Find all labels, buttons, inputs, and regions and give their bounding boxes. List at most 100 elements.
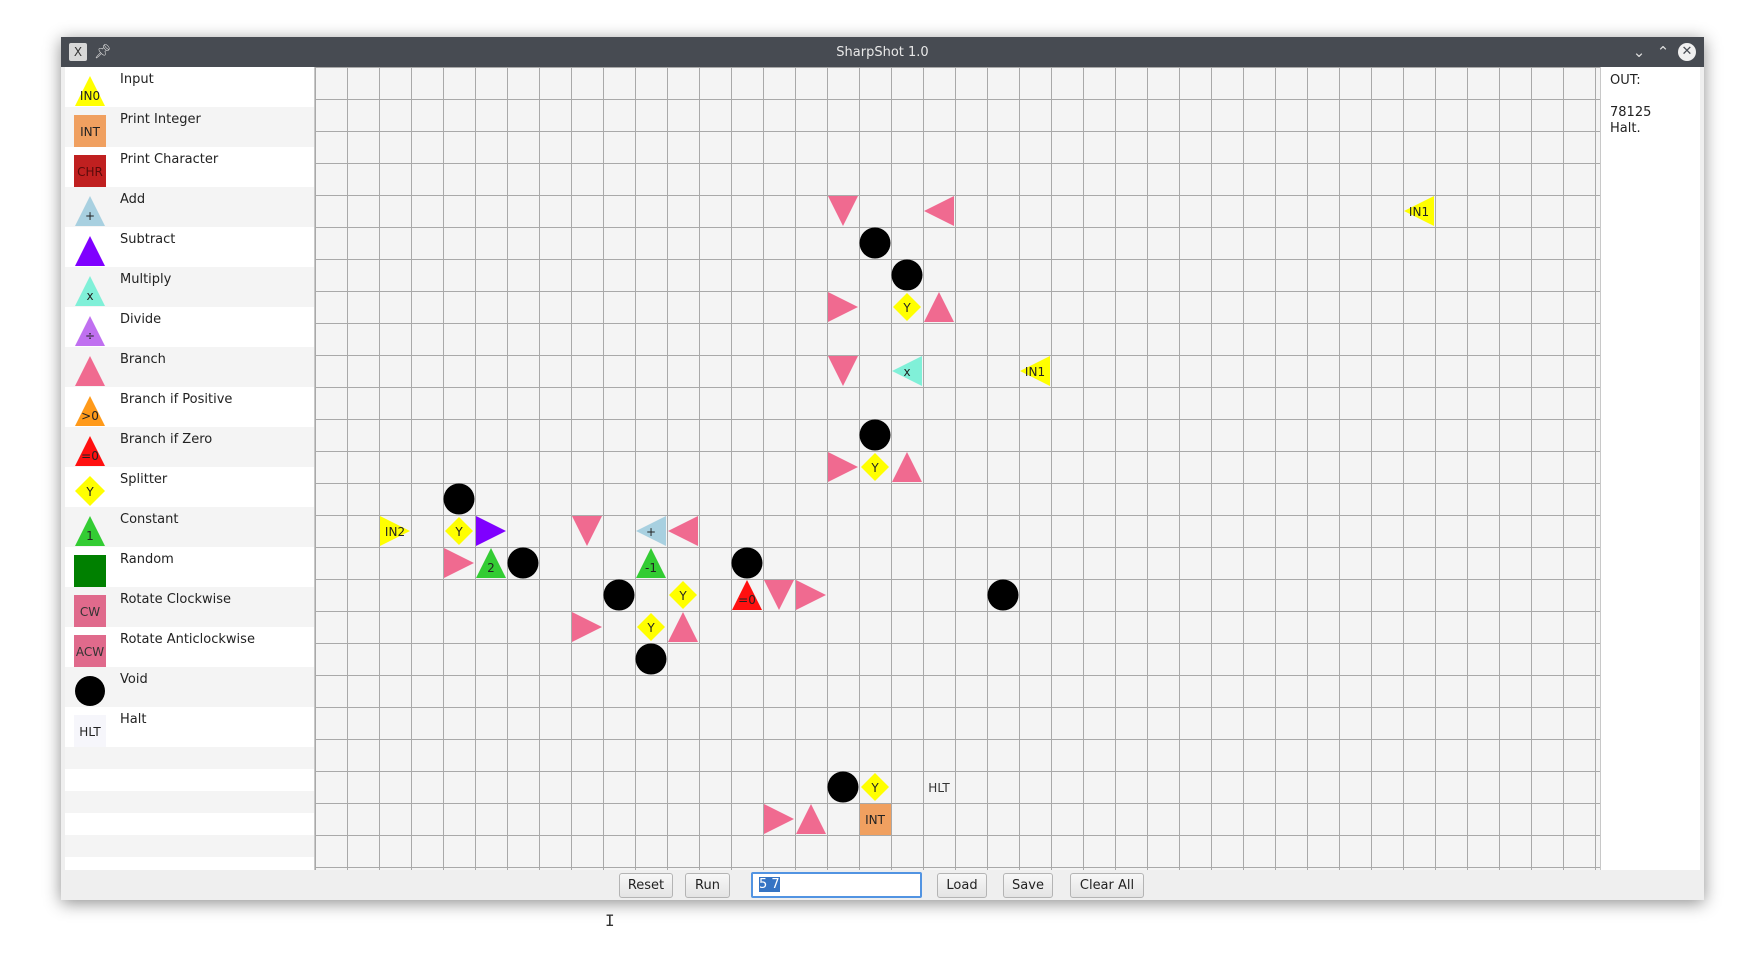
grid-cell-branch[interactable] xyxy=(924,196,954,226)
grid-cell-splitter[interactable]: Y xyxy=(893,293,921,321)
palette-icon: CHR xyxy=(74,155,106,187)
cell-shape xyxy=(859,419,891,451)
load-button[interactable]: Load xyxy=(937,873,987,898)
palette-icon: CW xyxy=(74,595,106,627)
grid-cell-splitter[interactable]: Y xyxy=(637,613,665,641)
palette-item-rotate-anticlockwise[interactable]: ACW Rotate Anticlockwise xyxy=(65,627,314,667)
grid-cell-branch[interactable] xyxy=(828,452,858,482)
palette-item-multiply[interactable]: x Multiply xyxy=(65,267,314,307)
palette-item-random[interactable]: Random xyxy=(65,547,314,587)
grid-cell-subtract[interactable] xyxy=(476,516,506,546)
save-button[interactable]: Save xyxy=(1003,873,1053,898)
palette-item-input[interactable]: IN0 Input xyxy=(65,67,314,107)
cell-label: =0 xyxy=(738,593,756,607)
palette-item-constant[interactable]: 1 Constant xyxy=(65,507,314,547)
cell-shape xyxy=(859,227,891,259)
grid-cell-input[interactable]: IN2 xyxy=(380,516,410,546)
grid-cell-add[interactable]: + xyxy=(636,516,666,546)
grid-canvas[interactable]: IN1 Yx IN1 Y IN2 Y +2 -1 Y =0 Y Y HLT INT xyxy=(315,67,1600,870)
grid-cell-branch[interactable] xyxy=(764,804,794,834)
grid-cell-void[interactable] xyxy=(859,227,891,259)
grid-cell-branch[interactable] xyxy=(796,804,826,834)
palette-item-divide[interactable]: ÷ Divide xyxy=(65,307,314,347)
grid-cell-void[interactable] xyxy=(987,579,1019,611)
grid-cell-branchzero[interactable]: =0 xyxy=(732,580,762,610)
input-value[interactable]: 5 7 xyxy=(759,877,780,892)
palette-item-branch-if-positive[interactable]: >0 Branch if Positive xyxy=(65,387,314,427)
grid-cell-void[interactable] xyxy=(891,259,923,291)
palette-label: Halt xyxy=(120,712,147,727)
svg-text:CW: CW xyxy=(80,605,100,619)
grid-cell-void[interactable] xyxy=(827,771,859,803)
maximize-icon[interactable]: ⌃ xyxy=(1654,43,1672,61)
palette-item-branch[interactable]: Branch xyxy=(65,347,314,387)
cell-label: IN1 xyxy=(1409,205,1429,219)
grid-cell-branch[interactable] xyxy=(444,548,474,578)
grid-cell-void[interactable] xyxy=(635,643,667,675)
cell-shape xyxy=(987,579,1019,611)
grid-cell-halt[interactable]: HLT xyxy=(924,772,955,803)
program-input-field[interactable]: 5 7 xyxy=(751,872,922,898)
grid-cell-splitter[interactable]: Y xyxy=(861,773,889,801)
grid-cell-printint[interactable]: INT xyxy=(860,804,891,835)
reset-button[interactable]: Reset xyxy=(619,873,673,898)
grid-cell-input[interactable]: IN1 xyxy=(1404,196,1434,226)
grid-cell-void[interactable] xyxy=(443,483,475,515)
grid-cell-splitter[interactable]: Y xyxy=(445,517,473,545)
grid-cell-branch[interactable] xyxy=(668,516,698,546)
palette-label: Input xyxy=(120,72,154,87)
grid-cell-multiply[interactable]: x xyxy=(892,356,922,386)
cell-shape xyxy=(603,579,635,611)
palette-label: Constant xyxy=(120,512,179,527)
svg-text:ACW: ACW xyxy=(76,645,104,659)
palette-icon: + xyxy=(74,195,106,227)
cell-label: IN1 xyxy=(1025,365,1045,379)
palette-item-add[interactable]: + Add xyxy=(65,187,314,227)
palette-item-print-character[interactable]: CHR Print Character xyxy=(65,147,314,187)
cell-shape xyxy=(891,259,923,291)
grid-cell-branch[interactable] xyxy=(828,292,858,322)
grid-cell-input[interactable]: IN1 xyxy=(1020,356,1050,386)
palette-item-print-integer[interactable]: INT Print Integer xyxy=(65,107,314,147)
grid-cell-void[interactable] xyxy=(859,419,891,451)
palette-item-subtract[interactable]: Subtract xyxy=(65,227,314,267)
grid-cell-branch[interactable] xyxy=(828,356,858,386)
palette-icon: HLT xyxy=(74,715,106,747)
grid-cell-branch[interactable] xyxy=(668,612,698,642)
palette-item-void[interactable]: Void xyxy=(65,667,314,707)
palette-item-branch-if-zero[interactable]: =0 Branch if Zero xyxy=(65,427,314,467)
grid-cell-constant[interactable]: -1 xyxy=(636,548,666,578)
grid-cell-branch[interactable] xyxy=(924,292,954,322)
grid-cell-splitter[interactable]: Y xyxy=(669,581,697,609)
grid-cell-branch[interactable] xyxy=(796,580,826,610)
grid-cell-branch[interactable] xyxy=(892,452,922,482)
minimize-icon[interactable]: ⌄ xyxy=(1630,43,1648,61)
grid-cell-branch[interactable] xyxy=(572,516,602,546)
cell-shape xyxy=(924,292,954,322)
palette-label: Print Character xyxy=(120,152,219,167)
grid-cell-splitter[interactable]: Y xyxy=(861,453,889,481)
grid-cell-void[interactable] xyxy=(731,547,763,579)
grid-cell-branch[interactable] xyxy=(828,196,858,226)
cell-shape xyxy=(668,516,698,546)
cell-label: Y xyxy=(678,589,687,603)
text-cursor-icon: I xyxy=(605,911,615,930)
clear-all-button[interactable]: Clear All xyxy=(1070,873,1144,898)
title-bar[interactable]: X 📌︎ SharpShot 1.0 ⌄ ⌃ ✕ xyxy=(61,37,1704,67)
palette-item-splitter[interactable]: Y Splitter xyxy=(65,467,314,507)
grid-cell-void[interactable] xyxy=(603,579,635,611)
palette-item-halt[interactable]: HLT Halt xyxy=(65,707,314,747)
grid-cell-branch[interactable] xyxy=(572,612,602,642)
grid-cell-constant[interactable]: 2 xyxy=(476,548,506,578)
cell-label: INT xyxy=(865,813,886,827)
cell-shape xyxy=(892,452,922,482)
palette-item-rotate-clockwise[interactable]: CW Rotate Clockwise xyxy=(65,587,314,627)
program-grid[interactable]: IN1 Yx IN1 Y IN2 Y +2 -1 Y =0 Y Y HLT INT xyxy=(315,67,1600,870)
grid-cell-branch[interactable] xyxy=(764,580,794,610)
cell-shape xyxy=(764,804,794,834)
palette-label: Add xyxy=(120,192,146,207)
cell-shape xyxy=(476,516,506,546)
run-button[interactable]: Run xyxy=(685,873,730,898)
close-icon[interactable]: ✕ xyxy=(1678,43,1696,61)
grid-cell-void[interactable] xyxy=(507,547,539,579)
